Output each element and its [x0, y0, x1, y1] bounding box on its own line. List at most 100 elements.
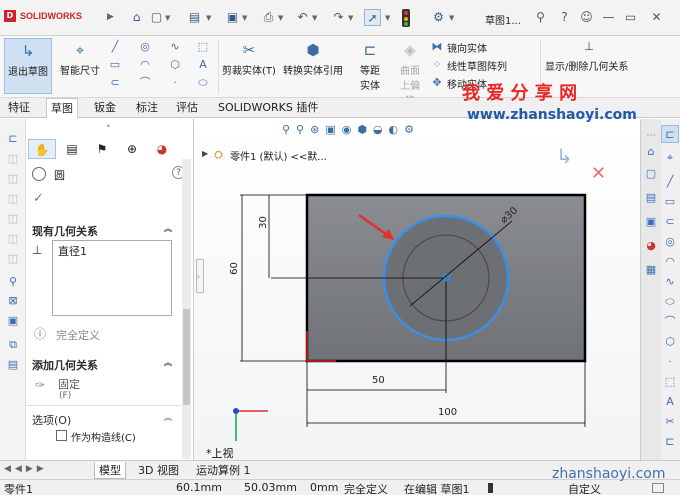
dim-x-offset-50[interactable]: 50: [372, 375, 385, 386]
panel-collapse-dot[interactable]: •: [106, 122, 111, 131]
sketch-tool-icon[interactable]: ⊏: [661, 125, 679, 143]
chevron-down-icon[interactable]: ▼: [348, 14, 353, 22]
linear-pattern-label[interactable]: 线性草图阵列: [447, 58, 507, 73]
open-folder-icon[interactable]: ▤: [186, 9, 203, 26]
plane-icon[interactable]: ⬚: [196, 40, 210, 54]
display-delete-relations-label[interactable]: 显示/删除几何关系: [545, 58, 628, 73]
line-icon[interactable]: ╱: [661, 173, 679, 191]
user-icon[interactable]: ☺: [578, 9, 595, 26]
layout-tool-icon[interactable]: ▤: [5, 357, 21, 373]
construction-checkbox[interactable]: [56, 430, 67, 441]
chevron-down-icon[interactable]: ▼: [206, 14, 211, 22]
exit-sketch-button[interactable]: ↳ 退出草图: [4, 38, 52, 94]
home-icon[interactable]: ⌂: [642, 143, 660, 161]
undo-icon[interactable]: ↶: [294, 9, 311, 26]
display-relations-icon[interactable]: ⊥: [582, 40, 596, 54]
chevron-down-icon[interactable]: ▼: [278, 14, 283, 22]
relations-tool-icon[interactable]: ⚲: [5, 274, 21, 290]
save-icon[interactable]: ▣: [224, 9, 241, 26]
collapse-up-icon[interactable]: ︽: [164, 223, 172, 234]
custom-properties-icon[interactable]: ▦: [642, 261, 660, 279]
home-icon[interactable]: ⌂: [128, 9, 145, 26]
print-icon[interactable]: ⎙: [260, 9, 277, 26]
arc-icon[interactable]: ◠: [661, 253, 679, 271]
rebuild-traffic-light-icon[interactable]: [402, 9, 410, 27]
polygon-icon[interactable]: ⬡: [168, 58, 182, 72]
block-tool-icon[interactable]: ⧉: [5, 337, 21, 353]
rectangle-icon[interactable]: ▭: [108, 58, 122, 72]
slot-icon[interactable]: ⊂: [108, 76, 122, 90]
close-icon[interactable]: ✕: [648, 9, 665, 26]
pm-scrollbar[interactable]: [182, 159, 191, 459]
text-icon[interactable]: A: [196, 58, 210, 72]
add-relations-header[interactable]: 添加几何关系 ︽: [32, 357, 192, 373]
appearances-icon[interactable]: ◕: [642, 237, 660, 255]
menu-expand-icon[interactable]: ▶: [107, 12, 114, 22]
tab-configuration[interactable]: ⚑: [88, 139, 116, 159]
list-item[interactable]: 直径1: [53, 241, 171, 261]
minimize-icon[interactable]: —: [600, 9, 617, 26]
smart-dimension-button[interactable]: ⌖ 智能尺寸: [56, 38, 104, 94]
chevron-down-icon[interactable]: ▼: [312, 14, 317, 22]
offset-icon[interactable]: ⊏: [661, 433, 679, 451]
linear-pattern-icon[interactable]: ⁘: [430, 58, 444, 72]
units-icon[interactable]: [652, 483, 664, 493]
select-arrow-icon[interactable]: ➚: [364, 9, 381, 26]
ellipse-icon[interactable]: ⬭: [661, 293, 679, 311]
offset-on-surface-button[interactable]: ◈ 曲面上偏移: [393, 38, 427, 107]
smart-dimension-icon[interactable]: ⌖: [661, 149, 679, 167]
display-tool-icon[interactable]: ▣: [5, 313, 21, 329]
tab-model[interactable]: 模型: [94, 462, 126, 479]
chevron-down-icon[interactable]: ▼: [165, 14, 170, 22]
tab-sketch[interactable]: 草图: [46, 98, 78, 118]
fillet-icon[interactable]: ⌒: [661, 313, 679, 331]
collapse-up-icon[interactable]: ︽: [164, 412, 172, 423]
slot-icon[interactable]: ⊂: [661, 213, 679, 231]
view-palette-icon[interactable]: ▣: [642, 213, 660, 231]
new-document-icon[interactable]: ▢: [148, 9, 165, 26]
point-icon[interactable]: ·: [168, 76, 182, 90]
collapse-up-icon[interactable]: ︽: [164, 357, 172, 368]
trim-entities-button[interactable]: ✂ 剪裁实体(T): [221, 38, 277, 94]
circle-icon[interactable]: ◎: [138, 40, 152, 54]
existing-relations-header[interactable]: 现有几何关系 ︽: [32, 223, 192, 239]
tab-sheet-metal[interactable]: 钣金: [90, 98, 120, 118]
text-icon[interactable]: A: [661, 393, 679, 411]
graphics-area[interactable]: ⚲⚲⊛▣◉⬢◒◐⚙ ▶ ⛭ 零件1 (默认) <<默... ↳ ✕ › 60 3…: [194, 119, 640, 460]
dim-top-offset-30[interactable]: 30: [258, 216, 269, 229]
convert-entities-button[interactable]: ⬢ 转换实体引用: [281, 38, 345, 94]
line-icon[interactable]: ╱: [108, 40, 122, 54]
redo-icon[interactable]: ↷: [330, 9, 347, 26]
ok-check-icon[interactable]: ✓: [33, 191, 44, 206]
help-icon[interactable]: ?: [556, 9, 573, 26]
3d-content-icon[interactable]: ▢: [642, 165, 660, 183]
tab-feature-tree[interactable]: ▤: [58, 139, 86, 159]
tab-annotation[interactable]: 标注: [132, 98, 162, 118]
dim-width-100[interactable]: 100: [438, 407, 457, 418]
circle-icon[interactable]: ◎: [661, 233, 679, 251]
ellipse-icon[interactable]: ⬭: [196, 76, 210, 90]
mirror-entities-label[interactable]: 镜向实体: [447, 40, 487, 55]
spline-icon[interactable]: ∿: [661, 273, 679, 291]
tab-property-manager[interactable]: ✋: [28, 139, 56, 159]
point-icon[interactable]: ·: [661, 353, 679, 371]
rectangle-icon[interactable]: ▭: [661, 193, 679, 211]
plane-icon[interactable]: ⬚: [661, 373, 679, 391]
chevron-down-icon[interactable]: ▼: [242, 14, 247, 22]
sketch-tool-icon[interactable]: ⊏: [5, 131, 21, 147]
options-gear-icon[interactable]: ⚙: [430, 9, 447, 26]
spline-icon[interactable]: ∿: [168, 40, 182, 54]
tab-3d-views[interactable]: 3D 视图: [134, 462, 183, 479]
polygon-icon[interactable]: ⬡: [661, 333, 679, 351]
move-icon[interactable]: ✥: [430, 76, 444, 90]
dim-height-60[interactable]: 60: [229, 262, 240, 275]
chevron-down-icon[interactable]: ▼: [449, 14, 454, 22]
tab-features[interactable]: 特征: [4, 98, 34, 118]
tab-motion-study[interactable]: 运动算例 1: [192, 462, 255, 479]
options-header[interactable]: 选项(O) ︽: [32, 412, 192, 428]
tab-dimxpert[interactable]: ⊕: [118, 139, 146, 159]
tab-solidworks-addins[interactable]: SOLIDWORKS 插件: [214, 98, 322, 118]
tab-scroll-arrows[interactable]: ◀◀▶▶: [4, 464, 48, 474]
offset-entities-button[interactable]: ⊏ 等距实体: [350, 38, 390, 94]
file-explorer-icon[interactable]: ▤: [642, 189, 660, 207]
